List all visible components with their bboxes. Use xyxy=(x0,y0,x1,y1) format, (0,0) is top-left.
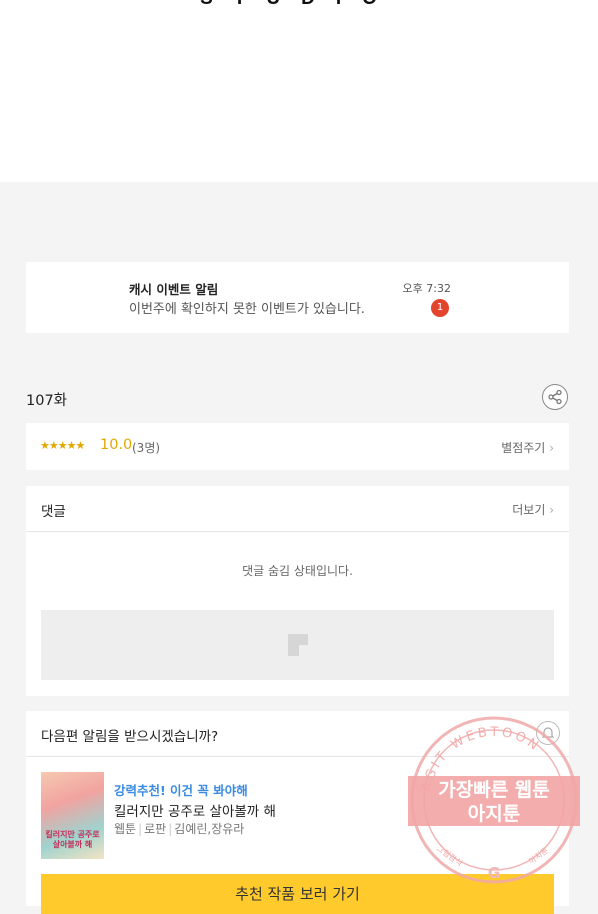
recommend-genre: 웹툰 xyxy=(114,822,137,836)
notification-time: 오후 7:32 xyxy=(402,282,451,295)
recommend-authors: 김예린,장유라 xyxy=(174,822,245,836)
agit-webtoon-watermark: AGIT WEBTOON 가장빠른 웹툰 아지툰 그림감식 아지툰 G xyxy=(408,716,580,884)
rating-bar: ★★★★★ 10.0 (3명) 별점주기 › xyxy=(26,423,569,470)
comments-section: 댓글 더보기 › 댓글 숨김 상태입니다. xyxy=(26,486,569,696)
watermark-line2: 아지툰 xyxy=(468,803,520,825)
rating-count: (3명) xyxy=(132,441,161,455)
notification-message: 이번주에 확인하지 못한 이벤트가 있습니다. xyxy=(129,302,365,317)
comments-header: 댓글 더보기 › xyxy=(26,486,569,532)
comments-hidden-message: 댓글 숨김 상태입니다. xyxy=(242,564,353,578)
chevron-right-icon: › xyxy=(549,503,554,517)
rating-score: 10.0 xyxy=(100,437,133,453)
recommend-title[interactable]: 킬러지만 공주로 살아볼까 해 xyxy=(114,800,276,820)
comments-title: 댓글 xyxy=(41,504,66,520)
next-episode-question: 다음편 알림을 받으시겠습니까? xyxy=(41,729,219,745)
thumbnail-title: 킬러지만 공주로 살아볼까 해 xyxy=(45,830,100,849)
notification-title: 캐시 이벤트 알림 xyxy=(129,282,219,297)
ad-placeholder[interactable] xyxy=(41,610,554,680)
rate-button-label: 별점주기 xyxy=(501,441,546,455)
watermark-line1: 가장빠른 웹툰 xyxy=(438,779,550,801)
recommend-subgenre: 로판 xyxy=(144,822,167,836)
notification-badge: 1 xyxy=(431,299,449,317)
watermark-bottom-left: 그림감식 xyxy=(435,843,465,868)
rate-button[interactable]: 별점주기 › xyxy=(501,439,554,456)
comments-more-label: 더보기 xyxy=(512,503,546,517)
share-icon xyxy=(548,389,562,405)
rating-stars: ★★★★★ xyxy=(40,439,85,452)
episode-title: 107화 xyxy=(26,393,68,409)
watermark-g-mark: G xyxy=(488,864,500,882)
recommend-thumbnail[interactable]: 킬러지만 공주로 살아볼까 해 xyxy=(41,772,104,859)
share-button[interactable] xyxy=(542,384,568,410)
recommend-tag: 강력추천! 이건 꼭 봐야해 xyxy=(114,783,248,798)
chevron-right-icon: › xyxy=(549,441,554,455)
header-banner: STUDIO xyxy=(0,0,598,182)
cash-event-notification[interactable]: 캐시 이벤트 알림 이번주에 확인하지 못한 이벤트가 있습니다. 오후 7:3… xyxy=(26,262,569,333)
image-placeholder-icon xyxy=(288,634,308,656)
studio-logo-text: STUDIO xyxy=(0,0,598,10)
comments-more-button[interactable]: 더보기 › xyxy=(512,501,554,518)
recommend-meta: 웹툰 | 로판 | 김예린,장유라 xyxy=(114,820,244,837)
separator: | xyxy=(138,822,143,836)
